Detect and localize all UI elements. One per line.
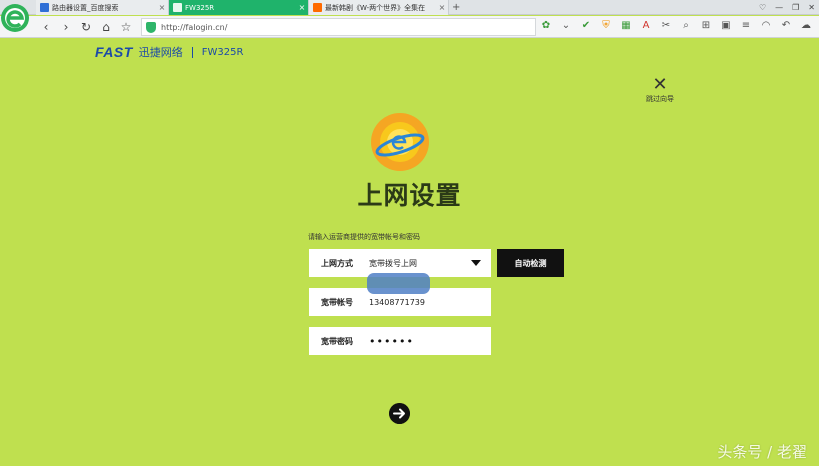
maximize-icon[interactable]: ❐ (792, 0, 799, 15)
window-controls: ♡ — ❐ ✕ (759, 0, 815, 15)
forward-icon[interactable]: › (58, 19, 74, 35)
grid-apps-icon[interactable]: ⊞ (700, 20, 712, 32)
next-arrow-button[interactable] (389, 403, 410, 424)
close-icon[interactable]: ✕ (643, 76, 677, 94)
password-input[interactable]: •••••• (369, 335, 491, 348)
security-shield-icon (146, 21, 156, 33)
brand-divider (191, 46, 193, 58)
address-bar: ‹ › ↻ ⌂ ☆ http://falogin.cn/ ✿ ⌄ ✔ ⛨ ▦ A… (0, 16, 819, 38)
account-label: 宽带帐号 (321, 297, 353, 307)
auto-detect-button[interactable]: 自动检测 (497, 249, 564, 277)
brand-name: 迅捷网络 (138, 46, 183, 59)
password-label: 宽带密码 (321, 336, 353, 346)
connection-type-label: 上网方式 (321, 258, 353, 268)
baidu-favicon-icon (40, 3, 49, 12)
tab-label: 最新韩剧《W-两个世界》全集在 (325, 3, 426, 12)
check-icon[interactable]: ✔ (580, 20, 592, 32)
translate-icon[interactable]: A (640, 20, 652, 32)
skin-icon[interactable]: ♡ (759, 0, 766, 15)
tab-close-icon[interactable]: × (436, 3, 448, 12)
watermark: 头条号 / 老翟 (717, 443, 807, 461)
tab-close-icon[interactable]: × (296, 3, 308, 12)
browser-logo-icon[interactable] (0, 0, 36, 38)
cloud-icon[interactable]: ☁ (800, 20, 812, 32)
page-favicon-icon (173, 3, 182, 12)
tab-korean-drama[interactable]: 最新韩剧《W-两个世界》全集在 × (309, 0, 449, 15)
skip-wizard-label[interactable]: 跳过向导 (643, 94, 677, 104)
shield-plugin-icon[interactable]: ⛨ (600, 20, 612, 32)
account-input[interactable]: 13408771739 (369, 298, 491, 307)
favorite-star-icon[interactable]: ☆ (118, 19, 134, 35)
tab-label: 路由器设置_百度搜索 (52, 3, 119, 12)
wifi-icon[interactable]: ◠ (760, 20, 772, 32)
home-icon[interactable]: ⌂ (98, 19, 114, 35)
video-favicon-icon (313, 3, 322, 12)
back-icon[interactable]: ‹ (38, 19, 54, 35)
speedup-icon[interactable]: ✿ (540, 20, 552, 32)
new-tab-button[interactable]: + (452, 0, 460, 15)
search-icon[interactable]: ⌕ (680, 20, 692, 32)
minimize-icon[interactable]: — (775, 0, 783, 15)
tab-label: FW325R (185, 3, 215, 12)
dropdown-icon[interactable]: ⌄ (560, 20, 572, 32)
tab-baidu-search[interactable]: 路由器设置_百度搜索 × (36, 0, 169, 15)
undo-icon[interactable]: ↶ (780, 20, 792, 32)
connection-type-value[interactable]: 宽带拨号上网 (369, 258, 471, 269)
instruction-text: 请输入运营商提供的宽带帐号和密码 (308, 233, 420, 241)
chevron-down-icon[interactable] (471, 260, 481, 266)
refresh-icon[interactable]: ↻ (78, 19, 94, 35)
url-field[interactable]: http://falogin.cn/ (141, 18, 536, 36)
internet-globe-icon (371, 113, 429, 171)
router-model: FW325R (201, 46, 244, 58)
list-icon[interactable]: ≡ (740, 20, 752, 32)
url-text: http://falogin.cn/ (161, 22, 228, 32)
fast-logo: FAST (95, 44, 133, 60)
redaction-blur (367, 273, 430, 294)
page-title: 上网设置 (357, 181, 462, 210)
tab-router-admin[interactable]: FW325R × (169, 0, 309, 15)
grid-icon[interactable]: ▦ (620, 20, 632, 32)
screenshot-icon[interactable]: ✂ (660, 20, 672, 32)
brand-header: FAST 迅捷网络 FW325R (95, 44, 243, 60)
close-window-icon[interactable]: ✕ (808, 0, 815, 15)
skip-wizard-button[interactable]: ✕ 跳过向导 (643, 76, 677, 104)
tab-close-icon[interactable]: × (156, 3, 168, 12)
more-apps-icon[interactable]: ▣ (720, 20, 732, 32)
toolbar-icons: ✿ ⌄ ✔ ⛨ ▦ A ✂ ⌕ ⊞ ▣ ≡ ◠ ↶ ☁ ▯ ≡ (540, 20, 819, 32)
password-field[interactable]: 宽带密码 •••••• (309, 327, 491, 355)
tab-bar: 路由器设置_百度搜索 × FW325R × 最新韩剧《W-两个世界》全集在 × … (0, 0, 819, 15)
